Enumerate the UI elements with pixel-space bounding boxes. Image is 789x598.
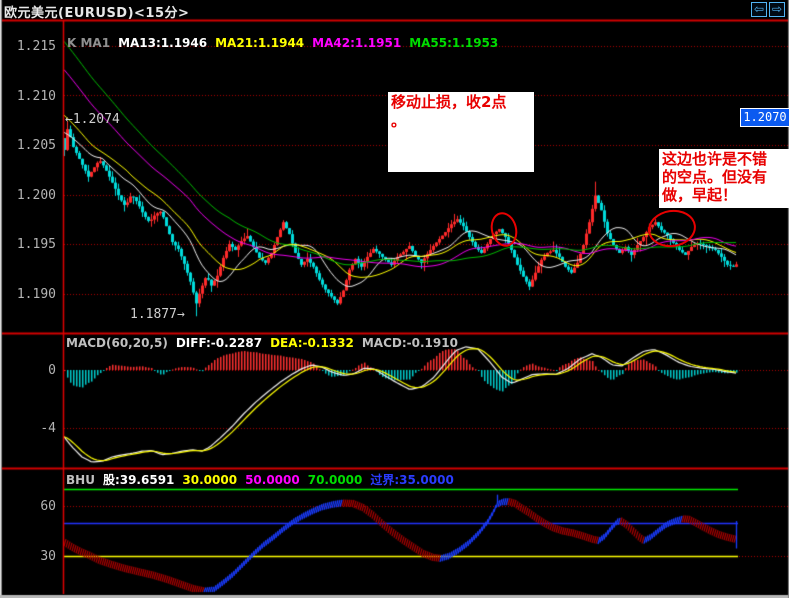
forward-arrow-button[interactable]: ⇨ <box>769 2 785 17</box>
legend-item: MA55:1.1953 <box>409 36 499 50</box>
stop-loss-annotation-box[interactable]: 移动止损，收2点。 <box>388 92 534 172</box>
legend-item: MA21:1.1944 <box>215 36 305 50</box>
legend-item: 50.0000 <box>245 473 300 487</box>
axis-tick: 1.200 <box>16 187 56 203</box>
legend-item: 股:39.6591 <box>102 473 175 487</box>
app-window: 欧元美元(EURUSD)<15分> ⇦ ⇨ K MA1 MA13:1.1946 MA… <box>0 0 789 598</box>
axis-tick: 60 <box>40 498 56 514</box>
axis-tick: 30 <box>40 549 56 564</box>
forward-arrow-icon: ⇨ <box>771 2 783 16</box>
legend-item: MACD:-0.1910 <box>361 336 458 350</box>
axis-tick: 1.215 <box>16 39 56 54</box>
legend-item: MA42:1.1951 <box>312 36 402 50</box>
legend-item: 70.0000 <box>307 473 363 487</box>
legend-item: MACD(60,20,5) <box>66 336 168 350</box>
legend-item: BHU <box>66 473 95 487</box>
main-pane-legend: K MA1 MA13:1.1946 MA21:1.1944 MA42:1.1951 MA… <box>67 36 506 50</box>
annotation-text-line: 的空点。但没有 <box>662 168 768 186</box>
window-title: 欧元美元(EURUSD)<15分> <box>4 6 190 21</box>
axis-tick: 1.190 <box>16 286 56 302</box>
legend-item: DIFF:-0.2287 <box>175 336 263 350</box>
chart-canvas[interactable] <box>0 0 789 598</box>
legend-item: MA13:1.1946 <box>118 36 208 50</box>
short-point-annotation-box[interactable]: 这边也许是不错 的空点。但没有 做，早起！ <box>659 149 789 208</box>
back-arrow-button[interactable]: ⇦ <box>751 2 767 17</box>
annotation-text-line: 做，早起！ <box>662 186 738 204</box>
legend-item: K MA1 <box>67 36 111 50</box>
current-price-tag: 1.2070 <box>740 108 789 127</box>
annotation-text-line: 。 <box>391 112 407 130</box>
axis-tick: 1.205 <box>16 138 56 153</box>
back-arrow-icon: ⇦ <box>753 2 765 16</box>
annotation-text-line: 移动止损，收2点 <box>391 93 507 111</box>
legend-item: 过界:35.0000 <box>370 473 454 487</box>
annotation-text-line: 这边也许是不错 <box>662 150 768 168</box>
legend-item: 30.0000 <box>182 473 238 487</box>
bhu-pane-legend: BHU 股:39.6591 30.0000 50.0000 70.0000 过界:35.0… <box>66 471 462 488</box>
low-price-callout: 1.1877→ <box>130 307 185 322</box>
axis-tick: 0 <box>48 363 56 378</box>
axis-tick: -4 <box>40 421 56 436</box>
macd-pane-legend: MACD(60,20,5) DIFF:-0.2287 DEA:-0.1332 MACD… <box>66 336 466 350</box>
legend-item: DEA:-0.1332 <box>270 336 354 350</box>
high-price-callout: ←1.2074 <box>65 112 120 127</box>
axis-tick: 1.210 <box>16 88 56 104</box>
axis-tick: 1.195 <box>16 237 56 252</box>
